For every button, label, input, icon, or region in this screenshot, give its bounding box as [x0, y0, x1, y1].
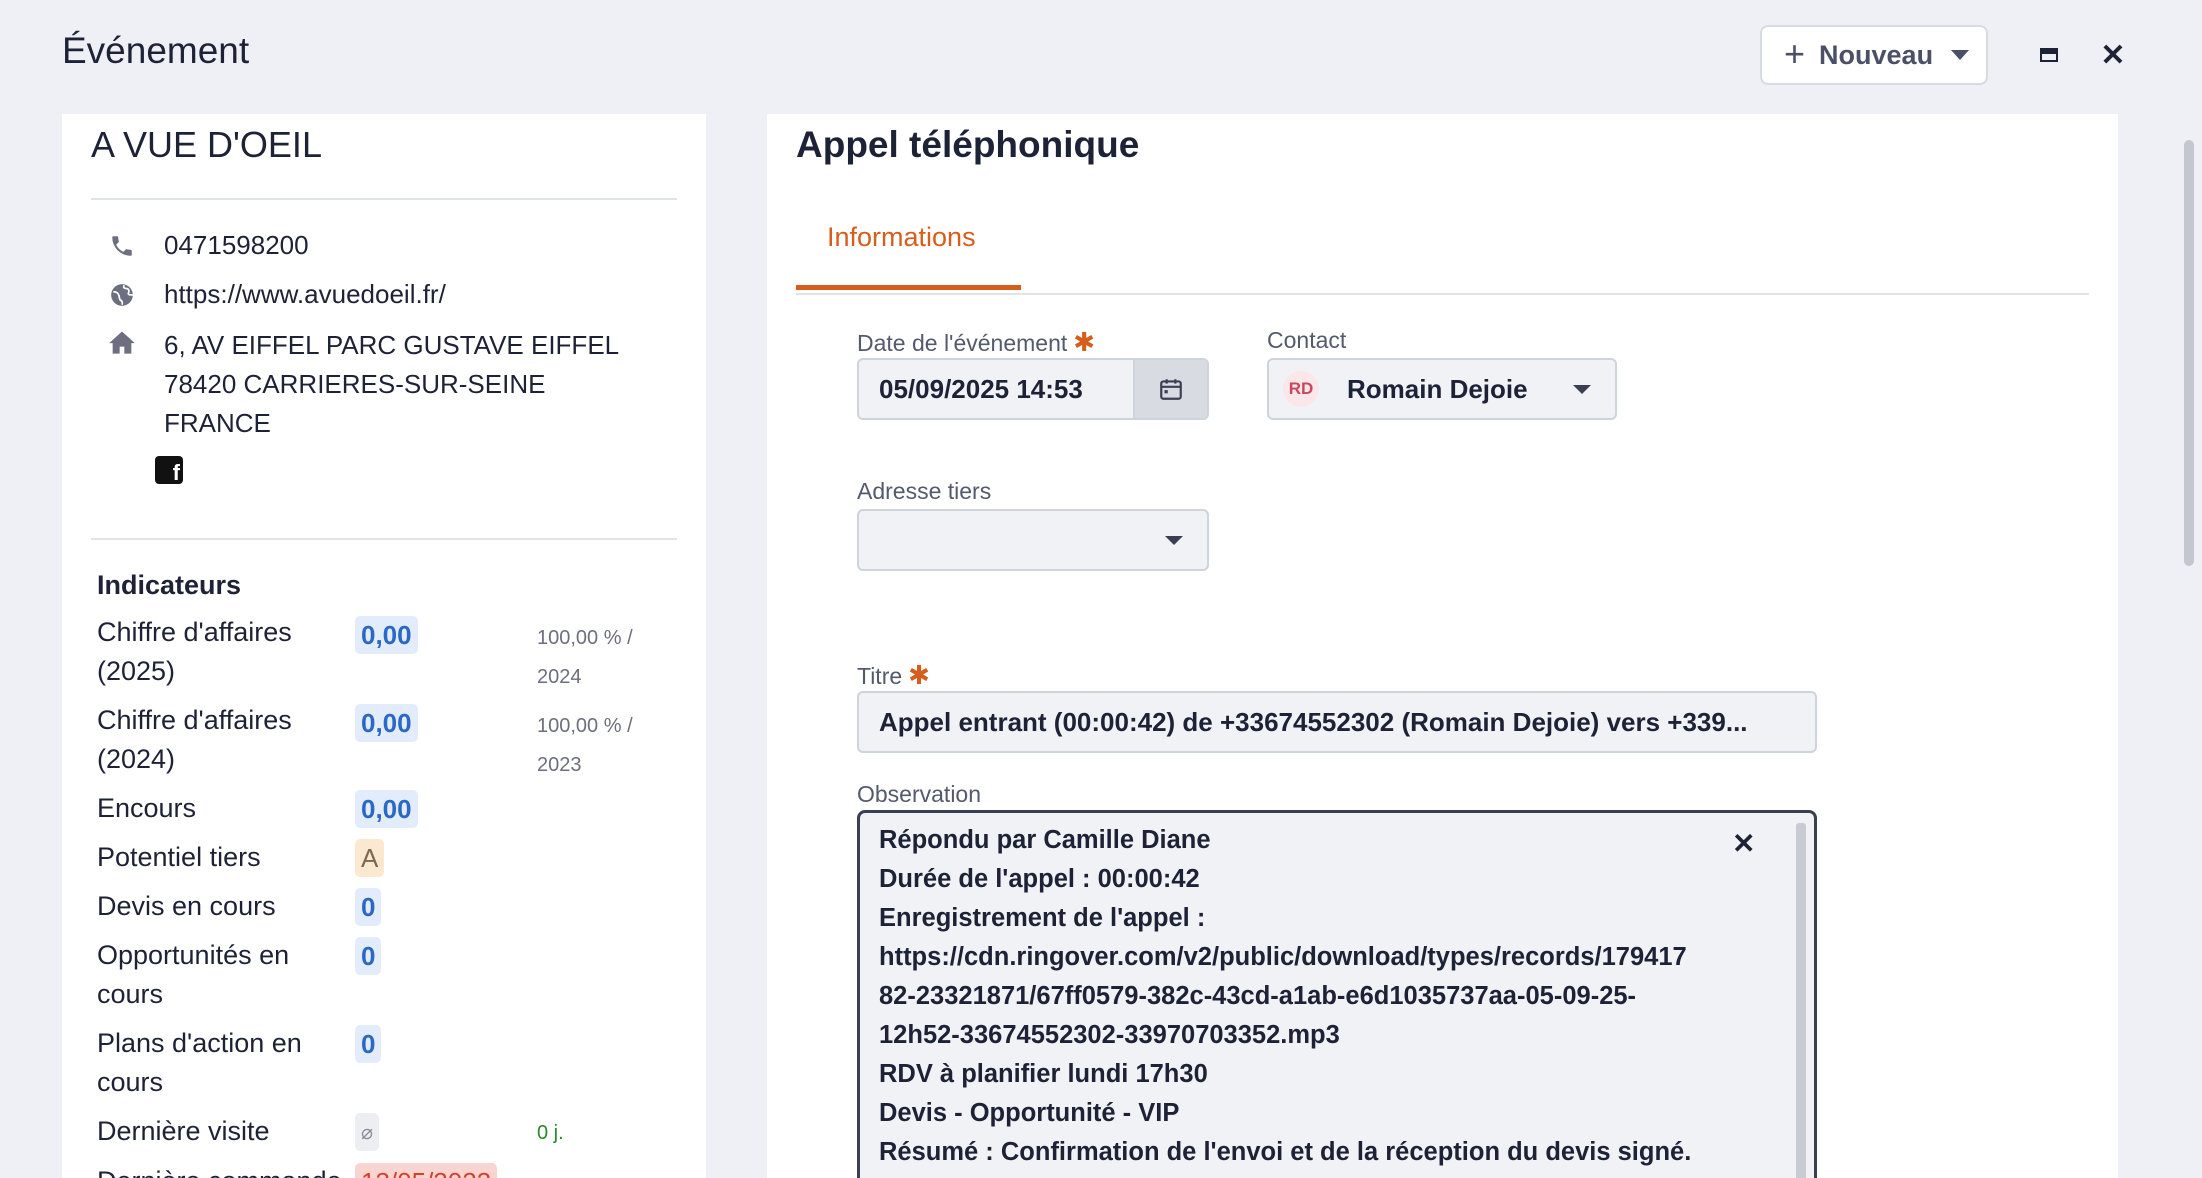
address-block: 6, AV EIFFEL PARC GUSTAVE EIFFEL 78420 C… — [164, 326, 619, 443]
modal-header: Événement + Nouveau ✕ — [0, 0, 2202, 114]
event-form-panel: Appel téléphonique Informations Date de … — [767, 114, 2118, 1178]
address-select[interactable] — [857, 509, 1209, 571]
indicator-label: Dernière commande — [97, 1162, 347, 1178]
thirdparty-panel: A VUE D'OEIL 0471598200 https://www.avue… — [62, 114, 706, 1178]
tab-divider — [796, 293, 2089, 295]
indicator-compare: 100,00 % / 2024 — [537, 627, 633, 688]
page-scrollbar[interactable] — [2184, 140, 2194, 566]
new-dropdown-button[interactable]: + Nouveau — [1760, 25, 1988, 85]
textarea-scrollbar[interactable] — [1796, 823, 1806, 1178]
indicator-value[interactable]: 0 — [355, 888, 382, 926]
contact-label: Contact — [1267, 327, 1347, 353]
title-value: Appel entrant (00:00:42) de +33674552302… — [879, 707, 1748, 737]
calendar-icon — [1160, 379, 1182, 400]
observation-line: Répondu par Camille Diane — [879, 826, 1211, 854]
indicator-value[interactable]: 0,00 — [355, 616, 418, 654]
chevron-down-icon — [1573, 385, 1591, 394]
tab-underline — [796, 285, 1021, 290]
observation-line: Enregistrement de l'appel : — [879, 904, 1206, 932]
indicators-title: Indicateurs — [97, 570, 242, 600]
maximize-icon — [2040, 48, 2058, 62]
required-icon: ✱ — [908, 660, 930, 690]
divider — [91, 198, 677, 200]
observation-line: Devis - Opportunité - VIP — [879, 1099, 1180, 1127]
title-input[interactable]: Appel entrant (00:00:42) de +33674552302… — [857, 691, 1817, 753]
required-icon: ✱ — [1073, 327, 1096, 357]
indicator-label: Chiffre d'affaires (2025) — [97, 617, 292, 686]
website-row[interactable]: https://www.avuedoeil.fr/ — [106, 279, 446, 311]
indicator-label: Dernière visite — [97, 1116, 270, 1146]
website-link: https://www.avuedoeil.fr/ — [164, 279, 446, 309]
observation-line: 82-23321871/67ff0579-382c-43cd-a1ab-e6d1… — [879, 982, 1637, 1010]
globe-icon — [106, 279, 138, 311]
indicator-label: Devis en cours — [97, 891, 276, 921]
contact-value: Romain Dejoie — [1347, 374, 1528, 404]
chevron-down-icon — [1165, 536, 1183, 545]
clear-icon[interactable]: ✕ — [1732, 827, 1755, 860]
date-field[interactable]: 05/09/2025 14:53 — [857, 358, 1209, 420]
plus-icon: + — [1784, 32, 1806, 74]
indicator-value[interactable]: 0,00 — [355, 790, 418, 828]
close-icon: ✕ — [2100, 38, 2126, 72]
title-label-text: Titre — [857, 663, 903, 689]
indicator-label: Potentiel tiers — [97, 842, 261, 872]
observation-textarea[interactable]: Répondu par Camille Diane Durée de l'app… — [857, 810, 1817, 1178]
indicator-label: Chiffre d'affaires (2024) — [97, 705, 292, 774]
observation-label: Observation — [857, 781, 982, 807]
phone-value: 0471598200 — [164, 230, 309, 260]
indicator-value[interactable]: 0 — [355, 1025, 382, 1063]
company-name: A VUE D'OEIL — [91, 124, 322, 165]
tab-label: Informations — [827, 222, 976, 252]
observation-line: Durée de l'appel : 00:00:42 — [879, 865, 1200, 893]
calendar-button[interactable] — [1133, 360, 1207, 418]
facebook-icon[interactable]: f — [155, 456, 183, 484]
observation-line: 12h52-33674552302-33970703352.mp3 — [879, 1021, 1340, 1049]
close-button[interactable]: ✕ — [2096, 38, 2130, 72]
address-row: 6, AV EIFFEL PARC GUSTAVE EIFFEL 78420 C… — [106, 326, 619, 443]
new-button-label: Nouveau — [1819, 39, 1934, 70]
address-line: 6, AV EIFFEL PARC GUSTAVE EIFFEL — [164, 330, 620, 360]
indicator-label: Opportunités en cours — [97, 940, 290, 1009]
indicator-value[interactable]: 0,00 — [355, 704, 418, 742]
indicator-value[interactable]: 0 — [355, 937, 382, 975]
home-icon — [106, 326, 138, 358]
date-label-text: Date de l'événement — [857, 330, 1068, 356]
observation-line: Résumé : Confirmation de l'envoi et de l… — [879, 1138, 1692, 1166]
address-label: Adresse tiers — [857, 478, 992, 504]
indicator-label: Plans d'action en cours — [97, 1028, 302, 1097]
indicator-label: Encours — [97, 793, 197, 823]
contact-select[interactable]: RD Romain Dejoie — [1267, 358, 1617, 420]
divider — [91, 538, 677, 540]
address-line: 78420 CARRIERES-SUR-SEINE — [164, 369, 546, 399]
indicator-value[interactable]: 13/05/2022 — [355, 1163, 498, 1178]
indicator-compare: 0 j. — [537, 1122, 564, 1144]
indicator-value: ⌀ — [355, 1113, 380, 1151]
maximize-button[interactable] — [2032, 38, 2066, 72]
event-type-title: Appel téléphonique — [796, 124, 1140, 165]
phone-row[interactable]: 0471598200 — [106, 230, 309, 262]
title-label: Titre ✱ — [857, 660, 930, 691]
date-value: 05/09/2025 14:53 — [879, 374, 1083, 404]
address-line: FRANCE — [164, 408, 271, 438]
observation-line: https://cdn.ringover.com/v2/public/downl… — [879, 943, 1687, 971]
avatar: RD — [1283, 371, 1319, 407]
indicator-compare: 100,00 % / 2023 — [537, 715, 633, 776]
tab-informations[interactable]: Informations — [796, 180, 1021, 290]
modal-title: Événement — [62, 30, 250, 71]
observation-line: RDV à planifier lundi 17h30 — [879, 1060, 1208, 1088]
phone-icon — [106, 230, 138, 262]
date-label: Date de l'événement ✱ — [857, 327, 1095, 358]
caret-down-icon — [1951, 50, 1970, 60]
indicator-value: A — [355, 839, 385, 877]
